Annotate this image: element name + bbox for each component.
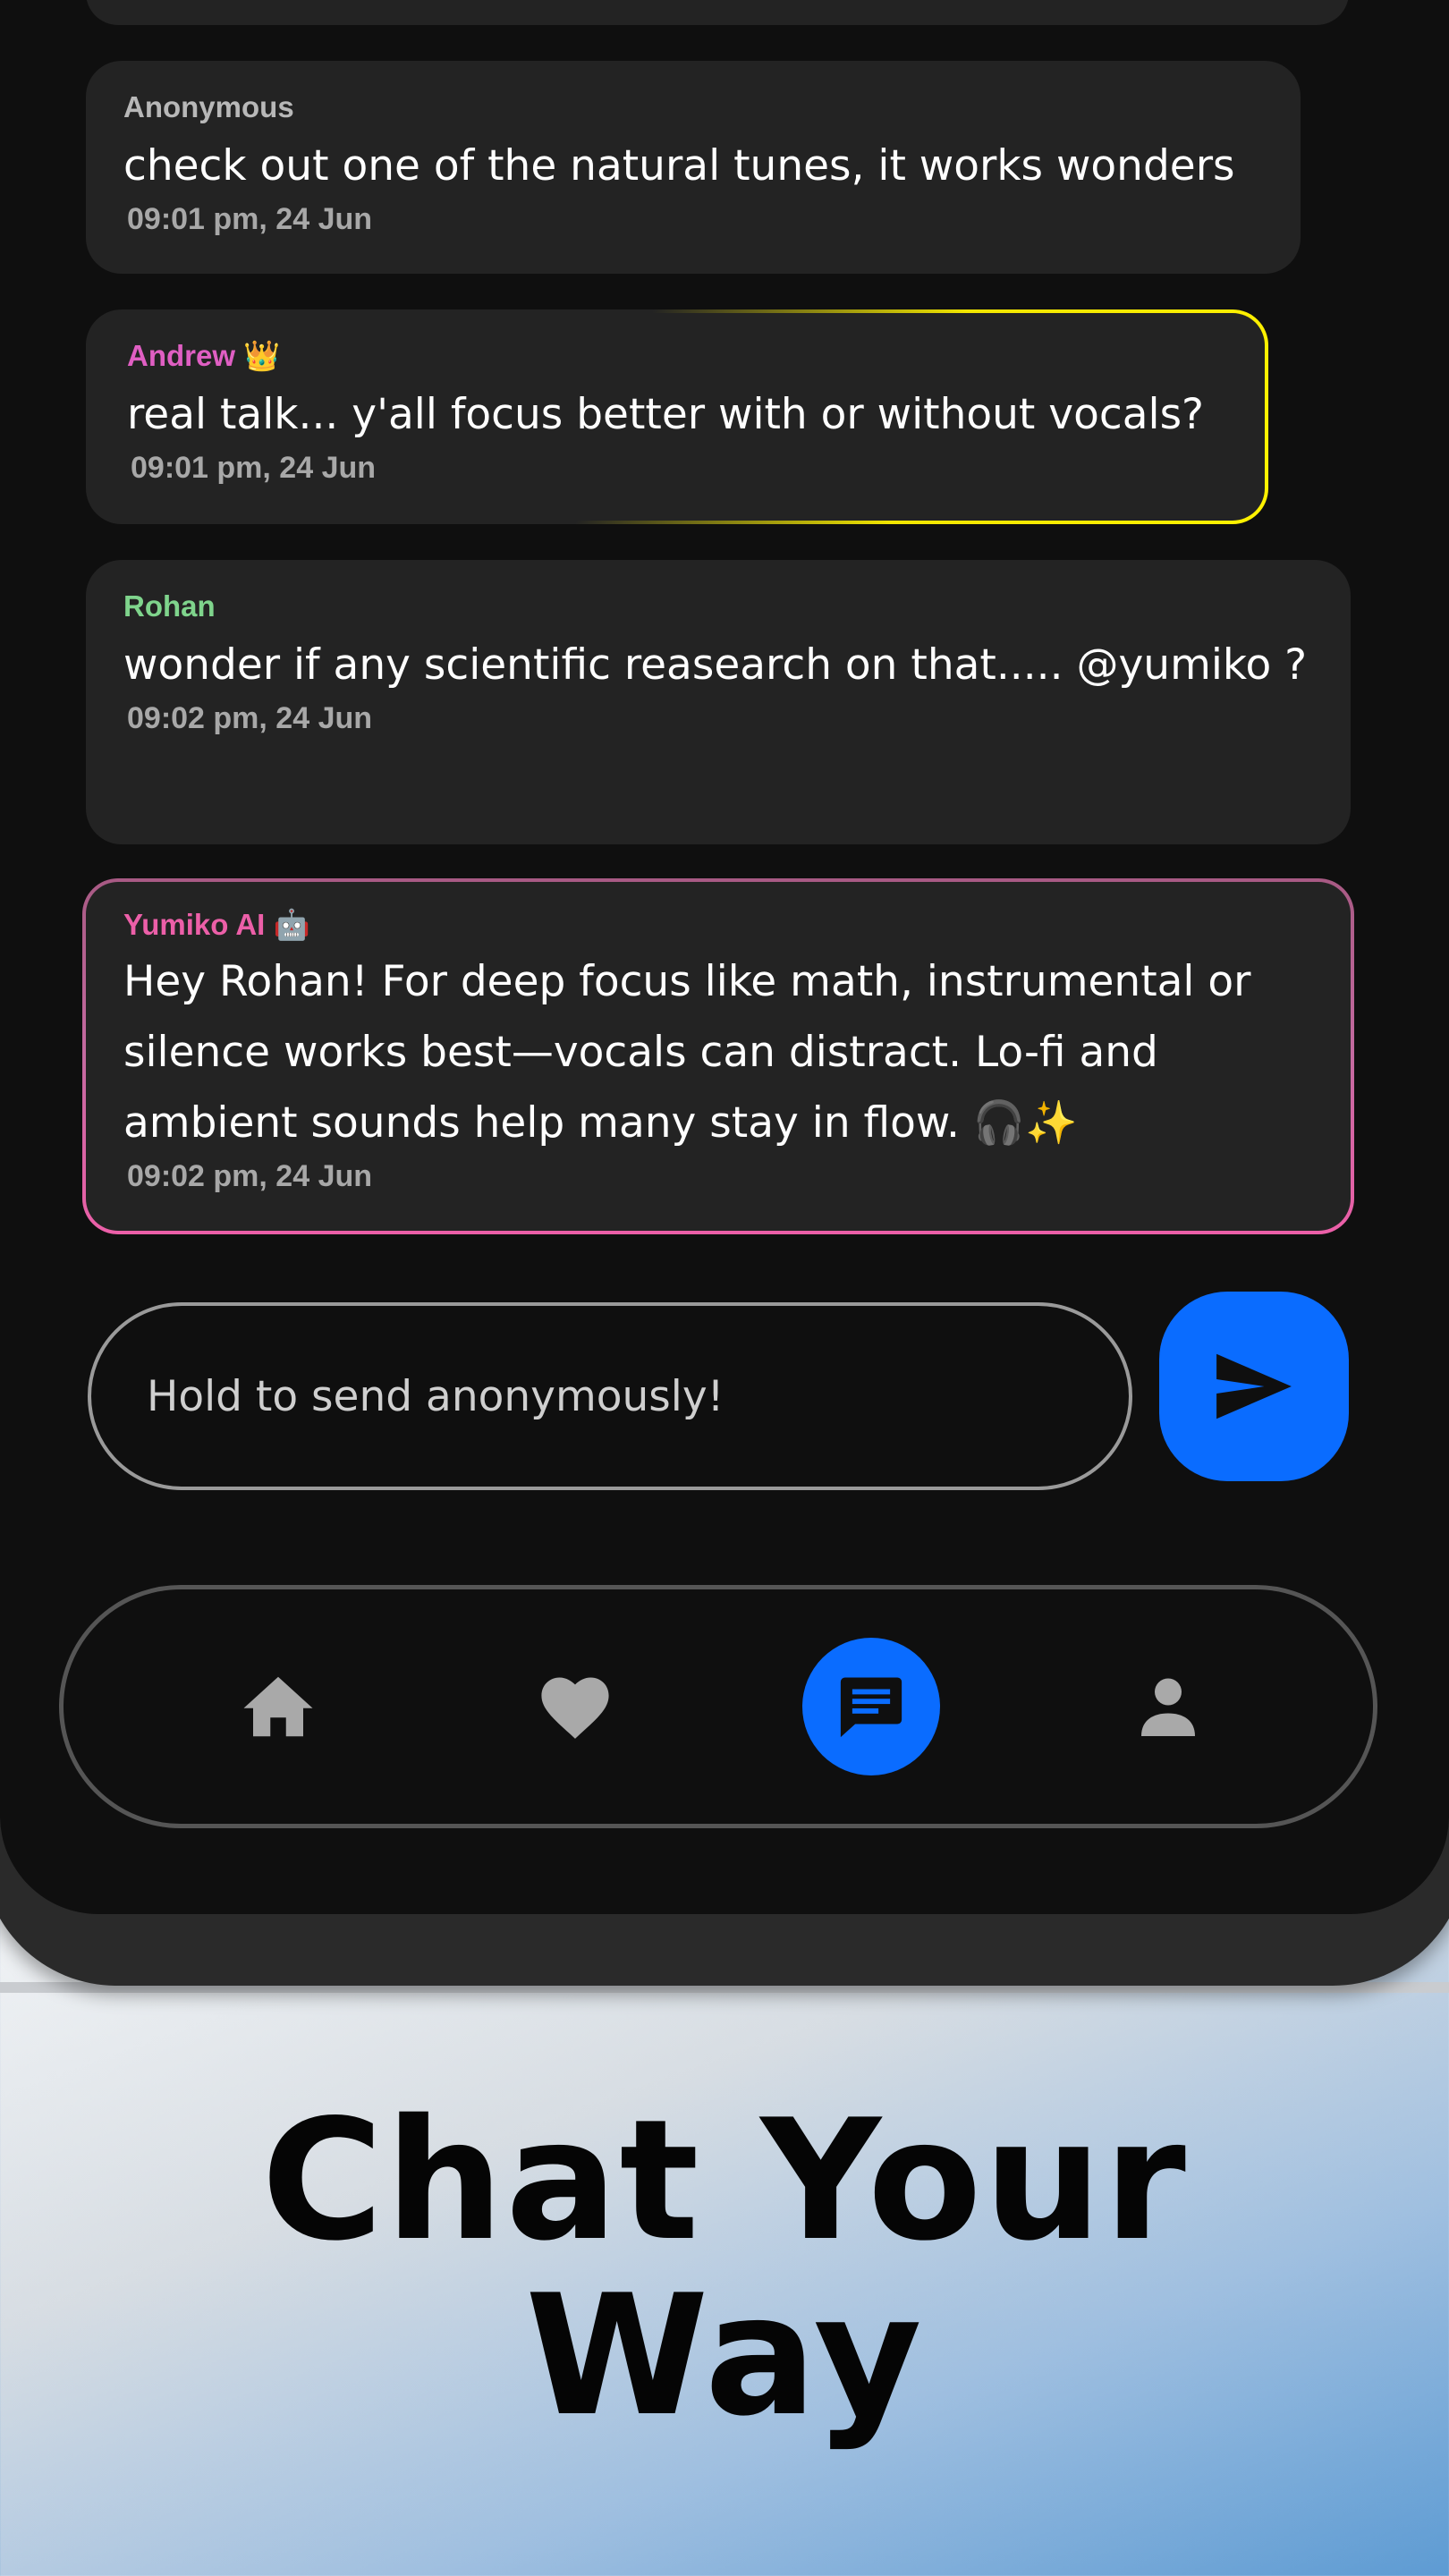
previous-message-bubble [86,0,1349,25]
message-bubble[interactable]: Rohan wonder if any scientific reasearch… [86,560,1351,844]
message-timestamp: 09:01 pm, 24 Jun [131,451,377,485]
bottom-nav [59,1585,1377,1828]
message-author: Yumiko AI 🤖 [123,908,310,941]
headline: Chat Your Way [0,2093,1449,2444]
send-icon [1216,1353,1292,1419]
message-bubble-highlighted[interactable]: Andrew 👑 real talk... y'all focus better… [86,309,1268,524]
nav-favorites-button[interactable] [538,1673,612,1741]
message-timestamp: 09:01 pm, 24 Jun [127,202,373,236]
nav-profile-button[interactable] [1136,1674,1200,1739]
send-button[interactable] [1159,1292,1349,1481]
nav-chat-button[interactable] [802,1638,940,1775]
chat-icon [840,1677,902,1738]
nav-home-button[interactable] [241,1674,316,1740]
message-author: Anonymous [123,90,294,123]
heart-icon [541,1677,609,1739]
message-author: Andrew 👑 [127,339,281,372]
home-icon [243,1676,313,1737]
message-input[interactable] [145,1370,1129,1422]
message-text: check out one of the natural tunes, it w… [123,141,1235,191]
headline-line-1: Chat Your [261,2083,1188,2277]
message-text: Hey Rohan! For deep focus like math, ins… [123,957,1251,1148]
message-timestamp: 09:02 pm, 24 Jun [127,701,373,735]
message-bubble[interactable]: Anonymous check out one of the natural t… [86,61,1301,274]
message-input-container[interactable] [88,1302,1132,1490]
message-text: real talk... y'all focus better with or … [127,390,1205,439]
ai-message-bubble[interactable]: Yumiko AI 🤖 Hey Rohan! For deep focus li… [82,878,1354,1234]
message-timestamp: 09:02 pm, 24 Jun [127,1159,373,1193]
message-text: wonder if any scientific reasearch on th… [123,640,1308,690]
message-author: Rohan [123,589,216,623]
headline-line-2: Way [525,2258,924,2453]
profile-icon [1141,1678,1195,1736]
chat-screen: Anonymous check out one of the natural t… [0,0,1449,1914]
